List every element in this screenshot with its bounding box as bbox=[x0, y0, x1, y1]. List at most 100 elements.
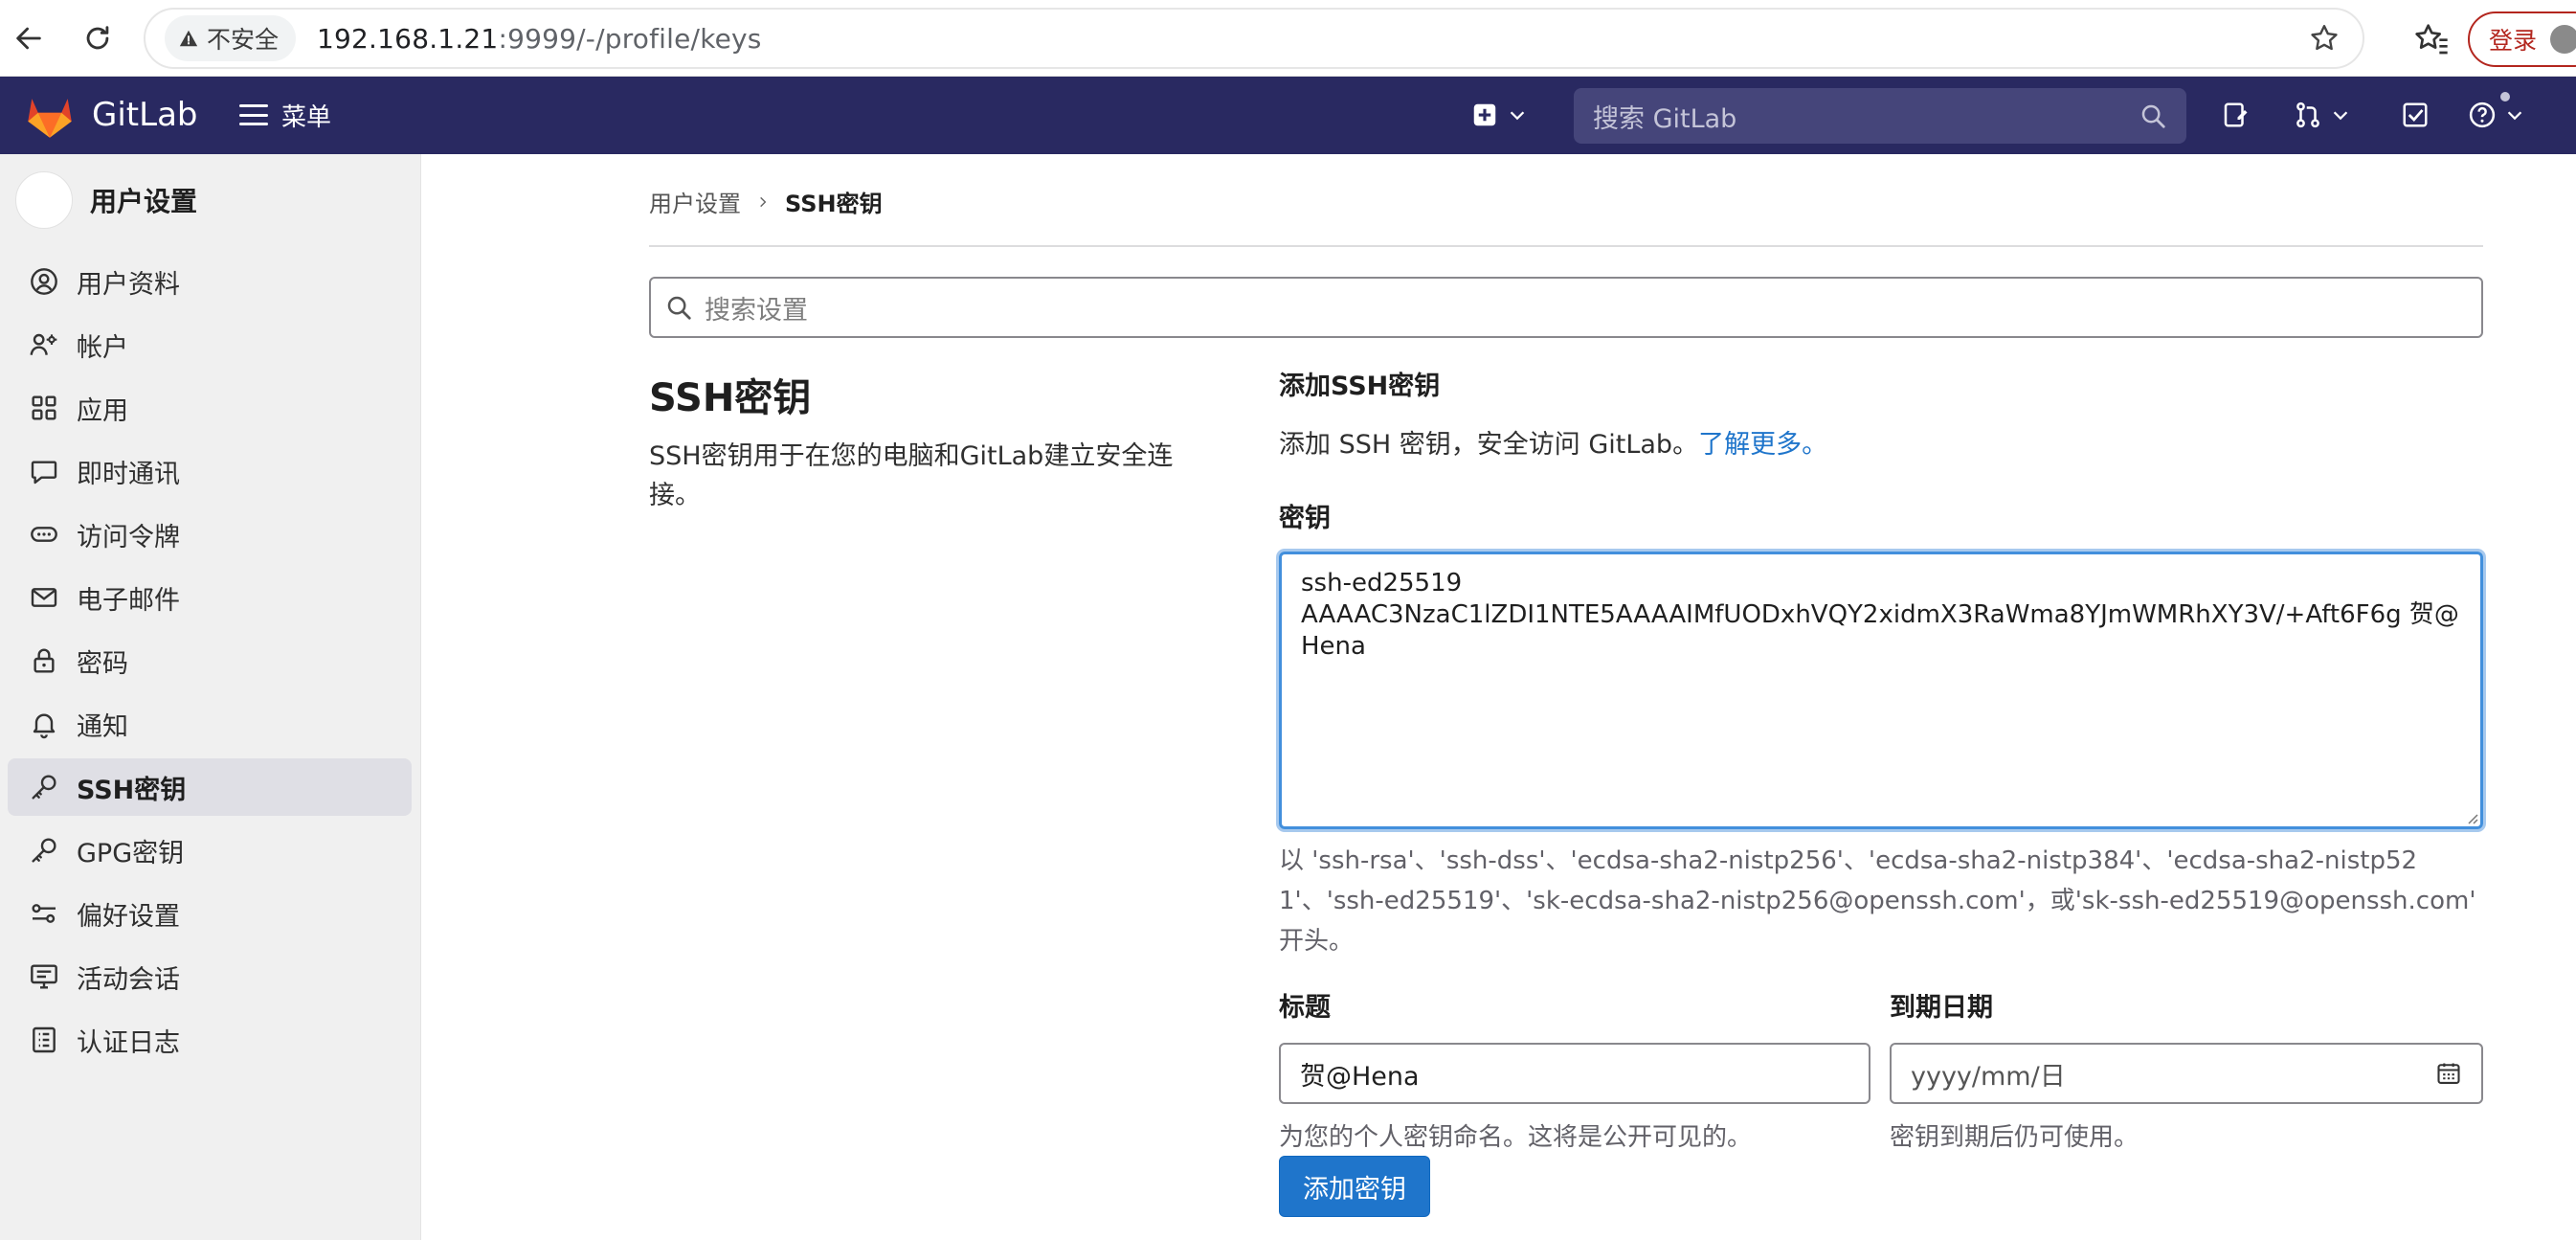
key-icon bbox=[32, 838, 56, 863]
search-icon bbox=[667, 296, 691, 320]
help-button[interactable] bbox=[2468, 92, 2525, 138]
sidebar-item-preferences[interactable]: 偏好设置 bbox=[8, 885, 412, 942]
profile-avatar bbox=[2550, 25, 2576, 54]
hamburger-icon bbox=[239, 104, 268, 125]
expiry-hint: 密钥到期后仍可使用。 bbox=[1890, 1123, 2139, 1152]
sidebar-item-label: 应用 bbox=[77, 395, 128, 426]
sidebar-item-auth-log[interactable]: 认证日志 bbox=[8, 1011, 412, 1069]
insecure-label: 不安全 bbox=[207, 26, 280, 54]
calendar-icon[interactable] bbox=[2435, 1060, 2462, 1087]
warning-icon bbox=[179, 30, 198, 47]
sidebar-item-label: 即时通讯 bbox=[77, 459, 180, 489]
title-field-group: 标题 贺@Hena 为您的个人密钥命名。这将是公开可见的。 bbox=[1279, 986, 1870, 1153]
gitlab-header: GitLab 菜单 搜索 GitLab bbox=[0, 77, 2576, 154]
help-icon bbox=[2469, 101, 2496, 128]
breadcrumb-parent-link[interactable]: 用户设置 bbox=[649, 185, 741, 218]
learn-more-link[interactable]: 了解更多。 bbox=[1698, 430, 1827, 460]
divider bbox=[649, 245, 2483, 247]
title-hint: 为您的个人密钥命名。这将是公开可见的。 bbox=[1279, 1123, 1753, 1152]
main-menu-button[interactable]: 菜单 bbox=[239, 92, 331, 138]
security-indicator[interactable]: 不安全 bbox=[165, 15, 297, 61]
expiry-date-input[interactable]: yyyy/mm/日 bbox=[1890, 1043, 2483, 1104]
bookmark-button[interactable] bbox=[2305, 19, 2343, 57]
title-expiry-row: 标题 贺@Hena 为您的个人密钥命名。这将是公开可见的。 到期日期 yyyy/… bbox=[1279, 986, 2483, 1152]
applications-icon bbox=[32, 395, 56, 420]
breadcrumb-current[interactable]: SSH密钥 bbox=[785, 185, 883, 218]
sidebar-item-account[interactable]: 帐户 bbox=[8, 316, 412, 373]
reload-button[interactable] bbox=[77, 17, 119, 59]
preferences-icon bbox=[32, 904, 56, 923]
login-label: 登录 bbox=[2489, 27, 2538, 55]
star-icon bbox=[2311, 25, 2338, 51]
chevron-down-icon bbox=[2507, 111, 2522, 121]
form-intro: 添加 SSH 密钥，安全访问 GitLab。了解更多。 bbox=[1279, 423, 2483, 461]
chevron-down-icon bbox=[2333, 111, 2348, 121]
key-value: ssh-ed25519 AAAAC3NzaC1lZDI1NTE5AAAAIMfU… bbox=[1301, 569, 2459, 661]
todos-button[interactable] bbox=[2401, 92, 2430, 138]
reload-icon bbox=[86, 26, 109, 50]
sidebar-nav: 用户资料 帐户 应用 即时通讯 访问令牌 电子邮件 密码 通知 SSH密钥 GP… bbox=[8, 253, 412, 1074]
sidebar-item-gpg-keys[interactable]: GPG密钥 bbox=[8, 822, 412, 879]
add-key-button[interactable]: 添加密钥 bbox=[1279, 1156, 1430, 1217]
section-description: SSH密钥用于在您的电脑和GitLab建立安全连接。 bbox=[649, 441, 1174, 510]
sidebar-item-label: 电子邮件 bbox=[77, 585, 180, 616]
favorites-button[interactable] bbox=[2412, 19, 2451, 57]
key-help-text: 以 'ssh-rsa'、'ssh-dss'、'ecdsa-sha2-nistp2… bbox=[1279, 846, 2476, 956]
account-icon bbox=[30, 333, 57, 355]
log-icon bbox=[33, 1026, 56, 1053]
settings-sidebar: 用户设置 用户资料 帐户 应用 即时通讯 访问令牌 电子邮件 密码 通知 SSH… bbox=[0, 154, 421, 1240]
form-heading: 添加SSH密钥 bbox=[1279, 372, 1441, 401]
issues-button[interactable] bbox=[2221, 92, 2250, 138]
sidebar-item-label: 访问令牌 bbox=[77, 522, 180, 552]
sidebar-item-ssh-keys[interactable]: SSH密钥 bbox=[8, 758, 412, 816]
sidebar-item-label: 密码 bbox=[77, 648, 128, 679]
expiry-placeholder: yyyy/mm/日 bbox=[1911, 1061, 2066, 1092]
sidebar-item-active-sessions[interactable]: 活动会话 bbox=[8, 948, 412, 1005]
sidebar-item-profile[interactable]: 用户资料 bbox=[8, 253, 412, 310]
search-placeholder: 搜索 GitLab bbox=[1593, 103, 1737, 134]
sidebar-item-notifications[interactable]: 通知 bbox=[8, 695, 412, 753]
lock-icon bbox=[34, 648, 55, 673]
sidebar-item-access-tokens[interactable]: 访问令牌 bbox=[8, 506, 412, 563]
chevron-down-icon bbox=[1510, 111, 1525, 121]
section-title: SSH密钥 bbox=[649, 376, 812, 420]
key-textarea[interactable]: ssh-ed25519 AAAAC3NzaC1lZDI1NTE5AAAAIMfU… bbox=[1279, 552, 2483, 829]
gitlab-logo-icon[interactable] bbox=[25, 92, 75, 140]
key-icon bbox=[32, 775, 56, 800]
resize-handle-icon[interactable] bbox=[2465, 811, 2478, 824]
create-new-button[interactable] bbox=[1470, 92, 1528, 138]
settings-search-placeholder: 搜索设置 bbox=[705, 295, 808, 326]
settings-search-input[interactable]: 搜索设置 bbox=[649, 277, 2483, 338]
main-content: 用户设置 SSH密钥 搜索设置 SSH密钥 SSH密钥用于在您的电脑和GitLa… bbox=[421, 154, 2576, 1240]
breadcrumb: 用户设置 SSH密钥 bbox=[649, 185, 883, 218]
login-button[interactable]: 登录 bbox=[2468, 11, 2576, 67]
sidebar-item-label: 偏好设置 bbox=[77, 901, 180, 932]
url-text: 192.168.1.21:9999/-/profile/keys bbox=[317, 23, 762, 55]
sidebar-item-label: 通知 bbox=[77, 711, 128, 742]
sidebar-header[interactable]: 用户设置 bbox=[15, 171, 197, 229]
expiry-field-group: 到期日期 yyyy/mm/日 密钥到期后仍可使用。 bbox=[1890, 986, 2483, 1153]
title-label: 标题 bbox=[1279, 993, 1331, 1023]
sidebar-item-label: SSH密钥 bbox=[77, 775, 187, 805]
plus-square-icon bbox=[1473, 103, 1496, 126]
notifications-icon bbox=[33, 713, 56, 739]
avatar bbox=[15, 171, 73, 229]
title-value: 贺@Hena bbox=[1300, 1061, 1420, 1092]
gitlab-search-input[interactable]: 搜索 GitLab bbox=[1574, 88, 2186, 144]
mail-icon bbox=[31, 588, 57, 607]
search-icon bbox=[2141, 104, 2165, 128]
gitlab-brand[interactable]: GitLab bbox=[92, 96, 197, 134]
arrow-left-icon bbox=[16, 27, 41, 50]
sidebar-item-label: GPG密钥 bbox=[77, 838, 185, 868]
back-button[interactable] bbox=[8, 17, 50, 59]
favorites-icon bbox=[2415, 24, 2448, 55]
sidebar-item-password[interactable]: 密码 bbox=[8, 632, 412, 689]
sidebar-item-chat[interactable]: 即时通讯 bbox=[8, 442, 412, 500]
sidebar-item-label: 活动会话 bbox=[77, 964, 180, 995]
title-input[interactable]: 贺@Hena bbox=[1279, 1043, 1870, 1104]
sidebar-item-emails[interactable]: 电子邮件 bbox=[8, 569, 412, 626]
address-bar[interactable]: 不安全 192.168.1.21:9999/-/profile/keys bbox=[144, 8, 2364, 69]
issues-icon bbox=[2224, 102, 2248, 127]
sidebar-item-applications[interactable]: 应用 bbox=[8, 379, 412, 437]
merge-requests-button[interactable] bbox=[2294, 92, 2351, 138]
